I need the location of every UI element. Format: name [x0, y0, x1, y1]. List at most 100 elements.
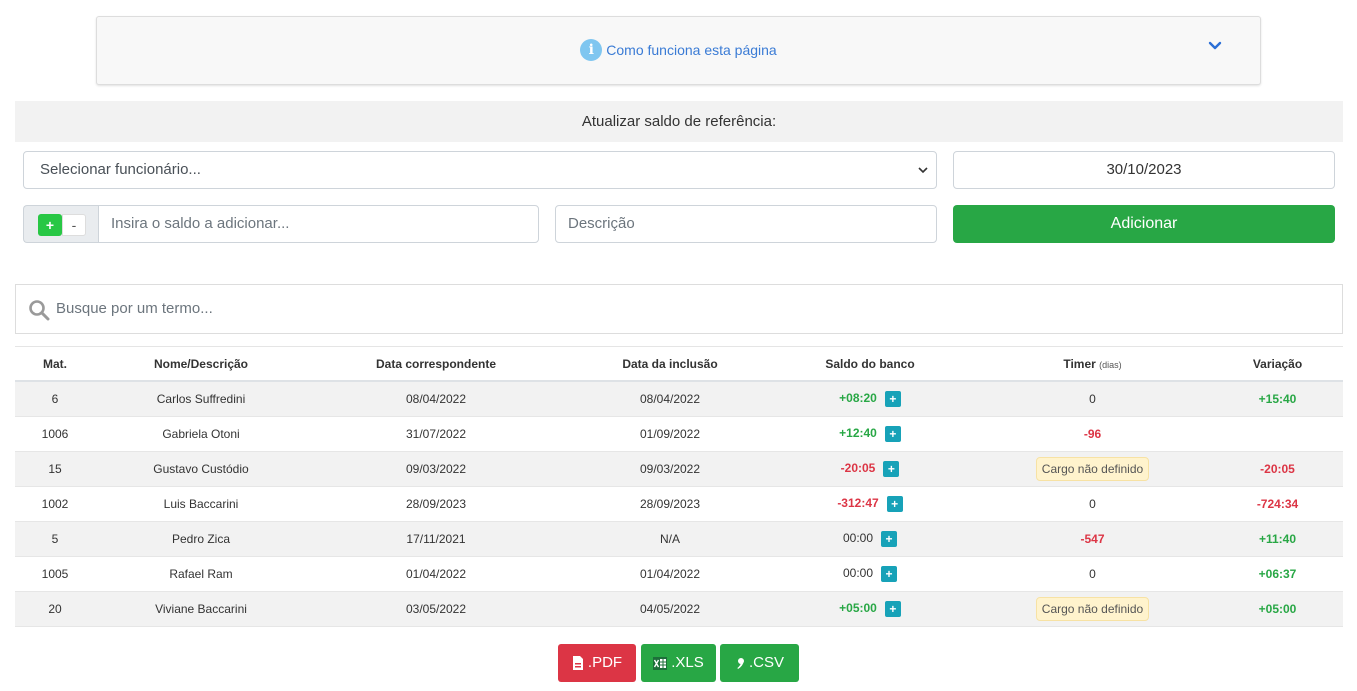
variacao-value: +05:00 — [1258, 602, 1297, 616]
cell-nome: Rafael Ram — [169, 567, 233, 581]
export-pdf-button[interactable]: .PDF — [558, 644, 636, 682]
employee-select[interactable]: Selecionar funcionário... — [23, 151, 937, 189]
cell-data-correspondente: 01/04/2022 — [405, 567, 467, 581]
cell-saldo: 00:00 + — [775, 566, 965, 582]
variacao-value: -20:05 — [1260, 462, 1295, 476]
cell-timer: 0 — [965, 392, 1220, 406]
cell-timer: 0 — [965, 497, 1220, 511]
cell-variacao: -20:05 — [1220, 462, 1335, 476]
saldo-value: +12:40 — [839, 426, 877, 441]
search-icon — [29, 300, 50, 321]
cell-data-inclusao: 09/03/2022 — [639, 462, 701, 476]
cell-mat: 20 — [48, 602, 62, 616]
export-csv-label: .CSV — [748, 654, 784, 671]
cell-timer: Cargo não definido — [965, 597, 1220, 621]
saldo-value: 00:00 — [842, 566, 874, 581]
header-timer-label: Timer — [1063, 356, 1096, 371]
minus-toggle-button[interactable]: - — [62, 214, 86, 236]
chevron-down-icon — [918, 167, 928, 174]
chevron-down-icon[interactable] — [1208, 39, 1222, 53]
export-xls-button[interactable]: .XLS — [641, 644, 716, 682]
cell-saldo: +08:20 + — [775, 391, 965, 407]
cell-nome: Viviane Baccarini — [155, 602, 247, 616]
table-row: 15 Gustavo Custódio 09/03/2022 09/03/2022 -2… — [15, 452, 1343, 487]
cell-timer: 0 — [965, 567, 1220, 581]
cell-data-correspondente: 09/03/2022 — [405, 462, 467, 476]
cell-mat: 1002 — [41, 497, 69, 511]
status-badge: Cargo não definido — [1035, 457, 1150, 481]
add-saldo-button[interactable]: + — [881, 566, 898, 582]
cell-variacao: +11:40 — [1220, 532, 1335, 546]
help-panel-title[interactable]: i Como funciona esta página — [97, 39, 1260, 61]
variacao-value: +15:40 — [1258, 392, 1297, 406]
cell-data-correspondente: 28/09/2023 — [405, 497, 467, 511]
table-row: 6 Carlos Suffredini 08/04/2022 08/04/2022 +0… — [15, 382, 1343, 417]
cell-nome: Pedro Zica — [171, 532, 231, 546]
section-header: Atualizar saldo de referência: — [15, 101, 1343, 142]
cell-data-correspondente: 31/07/2022 — [405, 427, 467, 441]
saldo-value: -312:47 — [837, 496, 879, 511]
balance-table: Mat. Nome/Descrição Data correspondente … — [15, 346, 1343, 627]
table-body: 6 Carlos Suffredini 08/04/2022 08/04/2022 +0… — [15, 382, 1343, 627]
excel-file-icon — [653, 656, 668, 670]
cell-nome: Gabriela Otoni — [162, 427, 240, 441]
add-saldo-button[interactable]: + — [884, 601, 901, 617]
header-variacao[interactable]: Variação — [1220, 357, 1335, 371]
help-title-text: Como funciona esta página — [606, 42, 777, 58]
table-row: 1002 Luis Baccarini 28/09/2023 28/09/2023 -3… — [15, 487, 1343, 522]
cell-data-inclusao: 01/09/2022 — [639, 427, 701, 441]
table-row: 5 Pedro Zica 17/11/2021 N/A 00:00 + -547 +11:40 — [15, 522, 1343, 557]
cell-mat: 1006 — [41, 427, 69, 441]
description-input[interactable]: Descrição — [555, 205, 937, 243]
timer-value: -547 — [1080, 532, 1105, 546]
header-saldo[interactable]: Saldo do banco — [775, 357, 965, 371]
table-row: 1006 Gabriela Otoni 31/07/2022 01/09/2022 +1… — [15, 417, 1343, 452]
header-nome[interactable]: Nome/Descrição — [95, 357, 307, 371]
header-data-correspondente[interactable]: Data correspondente — [307, 357, 565, 371]
header-timer-unit: (dias) — [1099, 359, 1122, 370]
cell-variacao: +06:37 — [1220, 567, 1335, 581]
search-placeholder: Busque por um termo... — [56, 300, 213, 317]
timer-value: 0 — [1089, 567, 1096, 581]
add-saldo-button[interactable]: + — [881, 531, 898, 547]
export-xls-label: .XLS — [671, 654, 704, 671]
add-saldo-button[interactable]: + — [884, 391, 901, 407]
plus-toggle-button[interactable]: + — [38, 214, 62, 236]
add-saldo-button[interactable]: + — [886, 496, 903, 512]
timer-value: 0 — [1089, 392, 1096, 406]
saldo-input[interactable]: Insira o saldo a adicionar... — [98, 205, 539, 243]
cell-mat: 15 — [48, 462, 62, 476]
add-button[interactable]: Adicionar — [953, 205, 1335, 243]
cell-mat: 6 — [51, 392, 59, 406]
search-input[interactable]: Busque por um termo... — [15, 284, 1343, 334]
cell-variacao: -724:34 — [1220, 497, 1335, 511]
date-field[interactable]: 30/10/2023 — [953, 151, 1335, 189]
cell-data-correspondente: 08/04/2022 — [405, 392, 467, 406]
cell-data-inclusao: 04/05/2022 — [639, 602, 701, 616]
header-timer[interactable]: Timer (dias) — [965, 357, 1220, 371]
cell-timer: -96 — [965, 427, 1220, 441]
header-mat[interactable]: Mat. — [15, 357, 95, 371]
export-csv-button[interactable]: .CSV — [720, 644, 799, 682]
timer-value: 0 — [1089, 497, 1096, 511]
add-saldo-button[interactable]: + — [883, 461, 900, 477]
cell-variacao: +15:40 — [1220, 392, 1335, 406]
sign-toggle: + - — [23, 205, 99, 243]
export-pdf-label: .PDF — [587, 654, 623, 671]
cell-saldo: +05:00 + — [775, 601, 965, 617]
cell-nome: Carlos Suffredini — [156, 392, 246, 406]
cell-mat: 5 — [51, 532, 59, 546]
add-saldo-button[interactable]: + — [884, 426, 901, 442]
table-row: 1005 Rafael Ram 01/04/2022 01/04/2022 00:00 +… — [15, 557, 1343, 592]
cell-variacao: +05:00 — [1220, 602, 1335, 616]
header-data-inclusao[interactable]: Data da inclusão — [565, 357, 775, 371]
cell-timer: -547 — [965, 532, 1220, 546]
table-row: 20 Viviane Baccarini 03/05/2022 04/05/2022 +… — [15, 592, 1343, 627]
saldo-value: +05:00 — [839, 601, 877, 616]
cell-nome: Gustavo Custódio — [153, 462, 249, 476]
employee-select-value: Selecionar funcionário... — [40, 161, 201, 178]
variacao-value: +06:37 — [1258, 567, 1297, 581]
cell-data-correspondente: 17/11/2021 — [406, 532, 466, 546]
help-panel[interactable]: i Como funciona esta página — [96, 16, 1261, 85]
cell-saldo: +12:40 + — [775, 426, 965, 442]
